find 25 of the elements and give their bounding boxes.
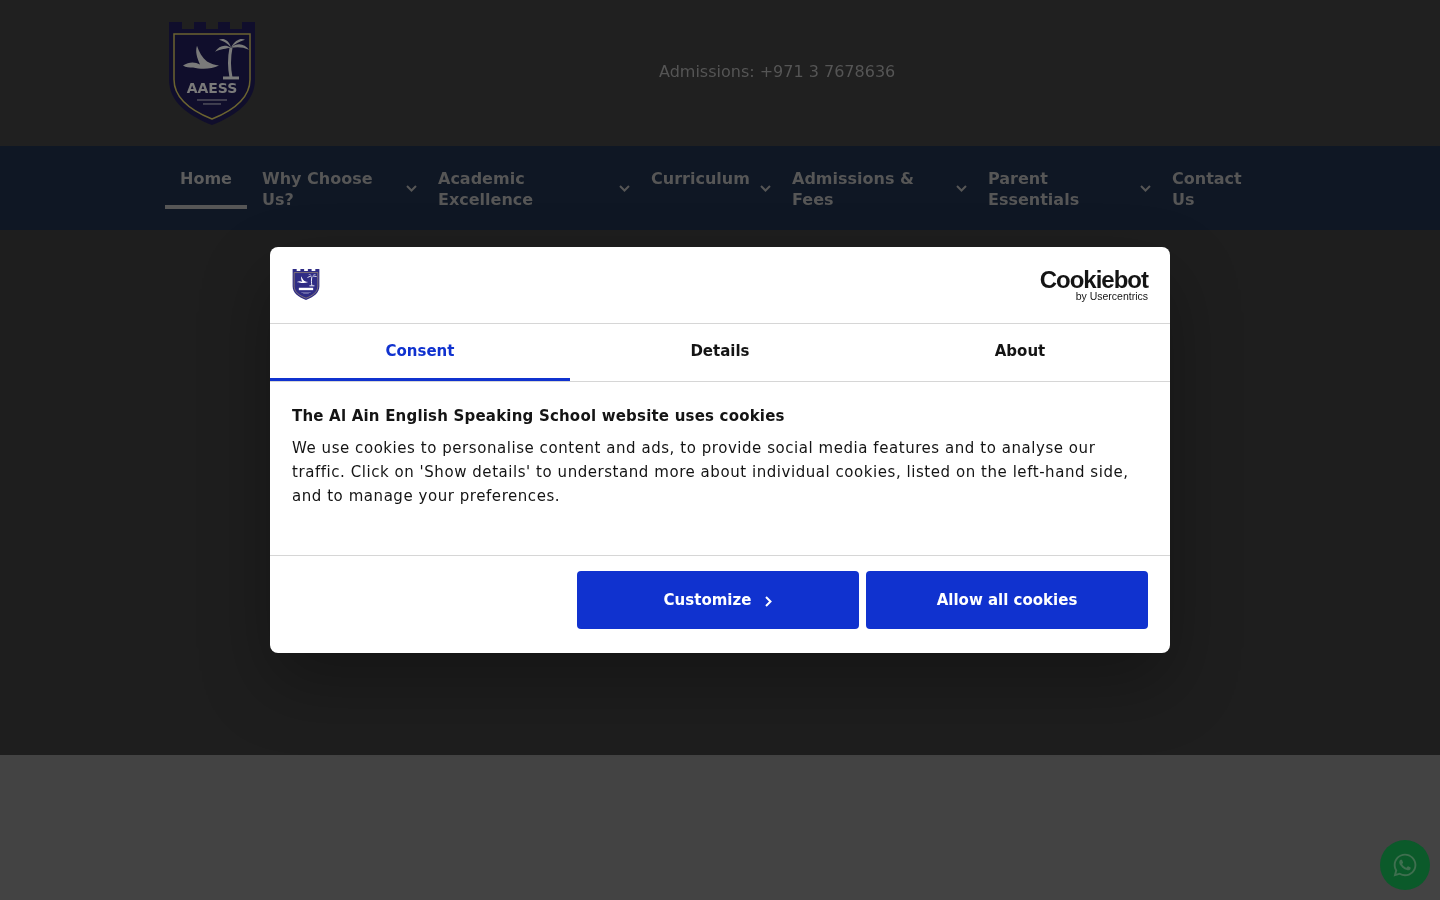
customize-button[interactable]: Customize: [577, 571, 859, 629]
dialog-tab[interactable]: Details: [570, 324, 870, 381]
chevron-down-icon: [760, 184, 771, 192]
allow-all-button[interactable]: Allow all cookies: [866, 571, 1148, 629]
nav-item[interactable]: Parent Essentials: [973, 146, 1157, 230]
brand-name: Cookiebot: [1039, 268, 1148, 291]
dialog-tab[interactable]: About: [870, 324, 1170, 381]
nav-item[interactable]: Contact Us: [1157, 146, 1257, 230]
nav-item[interactable]: Why Choose Us?: [247, 146, 423, 230]
nav-item[interactable]: Curriculum: [636, 146, 777, 230]
school-crest-icon: [292, 269, 320, 300]
chevron-down-icon: [1140, 184, 1151, 192]
nav-item[interactable]: Home: [165, 146, 247, 230]
chevron-down-icon: [619, 184, 630, 192]
phone-chat-icon: [1392, 852, 1418, 878]
dialog-title: The Al Ain English Speaking School website uses cookies: [292, 406, 786, 426]
brand-tagline: by Usercentrics: [1075, 290, 1148, 302]
dialog-description: We use cookies to personalise content and ads, to provide social media features and to analyse our traffic. Click on 'Show details' to understand more about individual cookies, listed on the left-hand side, and to manage your preferences.: [292, 438, 1130, 507]
chevron-down-icon: [956, 184, 967, 192]
chevron-right-icon: [765, 596, 773, 607]
nav-item[interactable]: Admissions & Fees: [777, 146, 973, 230]
school-crest-logo: AAESS: [167, 22, 257, 125]
dialog-tab[interactable]: Consent: [270, 324, 570, 381]
chevron-down-icon: [406, 184, 417, 192]
nav-item[interactable]: Academic Excellence: [423, 146, 636, 230]
